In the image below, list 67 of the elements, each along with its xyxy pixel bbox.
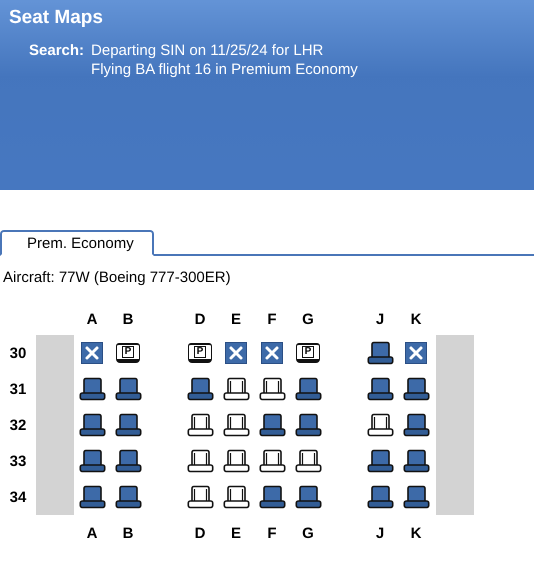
column-letter: G <box>302 524 314 542</box>
available-seat-icon[interactable] <box>222 485 250 509</box>
column-letter: A <box>86 524 98 542</box>
occupied-seat-icon[interactable] <box>258 485 286 509</box>
occupied-seat-icon[interactable] <box>366 341 394 365</box>
search-label: Search: <box>29 41 84 61</box>
page-title: Seat Maps <box>9 7 104 29</box>
occupied-seat-icon[interactable] <box>294 377 322 401</box>
search-summary: Departing SIN on 11/25/24 for LHR <box>91 41 324 60</box>
occupied-seat-icon[interactable] <box>294 485 322 509</box>
available-seat-icon[interactable] <box>222 377 250 401</box>
available-seat-icon[interactable] <box>258 377 286 401</box>
occupied-seat-icon[interactable] <box>366 449 394 473</box>
occupied-seat-icon[interactable] <box>114 449 142 473</box>
column-letter: K <box>410 524 422 542</box>
occupied-seat-icon[interactable] <box>294 413 322 437</box>
column-letter: D <box>194 310 206 328</box>
blocked-seat-icon[interactable] <box>225 342 247 364</box>
occupied-seat-icon[interactable] <box>402 485 430 509</box>
column-letter: K <box>410 310 422 328</box>
available-seat-icon[interactable] <box>294 449 322 473</box>
row-number: 31 <box>10 380 26 398</box>
aircraft-info: Aircraft: 77W (Boeing 777-300ER) <box>3 269 232 286</box>
search-summary: Flying BA flight 16 in Premium Economy <box>91 60 358 79</box>
row-number: 33 <box>10 452 26 470</box>
available-seat-icon[interactable] <box>366 413 394 437</box>
available-seat-icon[interactable] <box>222 449 250 473</box>
column-letter: F <box>267 524 277 542</box>
column-letter: E <box>230 524 241 542</box>
column-letter: J <box>376 524 384 542</box>
row-number: 30 <box>10 344 26 362</box>
column-letter: E <box>230 310 241 328</box>
column-letter: B <box>122 524 134 542</box>
column-letter: B <box>122 310 134 328</box>
occupied-seat-icon[interactable] <box>114 485 142 509</box>
preferred-seat[interactable]: P <box>116 343 140 363</box>
occupied-seat-icon[interactable] <box>258 413 286 437</box>
column-letter: F <box>267 310 277 328</box>
row-number: 34 <box>10 488 26 506</box>
occupied-seat-icon[interactable] <box>366 485 394 509</box>
occupied-seat-icon[interactable] <box>402 377 430 401</box>
occupied-seat-icon[interactable] <box>402 413 430 437</box>
preferred-seat[interactable]: P <box>296 343 320 363</box>
blocked-seat-icon[interactable] <box>81 342 103 364</box>
column-letter: A <box>86 310 98 328</box>
available-seat-icon[interactable] <box>186 449 214 473</box>
occupied-seat-icon[interactable] <box>114 413 142 437</box>
preferred-seat[interactable]: P <box>188 343 212 363</box>
occupied-seat-icon[interactable] <box>402 449 430 473</box>
blocked-seat-icon[interactable] <box>405 342 427 364</box>
column-letter: D <box>194 524 206 542</box>
occupied-seat-icon[interactable] <box>366 377 394 401</box>
available-seat-icon[interactable] <box>222 413 250 437</box>
occupied-seat-icon[interactable] <box>78 413 106 437</box>
occupied-seat-icon[interactable] <box>78 377 106 401</box>
available-seat-icon[interactable] <box>186 485 214 509</box>
row-number: 32 <box>10 416 26 434</box>
column-letter: G <box>302 310 314 328</box>
available-seat-icon[interactable] <box>258 449 286 473</box>
cabin-tab[interactable]: Prem. Economy <box>0 230 154 256</box>
available-seat-icon[interactable] <box>186 413 214 437</box>
column-letter: J <box>376 310 384 328</box>
occupied-seat-icon[interactable] <box>78 449 106 473</box>
occupied-seat-icon[interactable] <box>114 377 142 401</box>
occupied-seat-icon[interactable] <box>78 485 106 509</box>
blocked-seat-icon[interactable] <box>261 342 283 364</box>
occupied-seat-icon[interactable] <box>186 377 214 401</box>
